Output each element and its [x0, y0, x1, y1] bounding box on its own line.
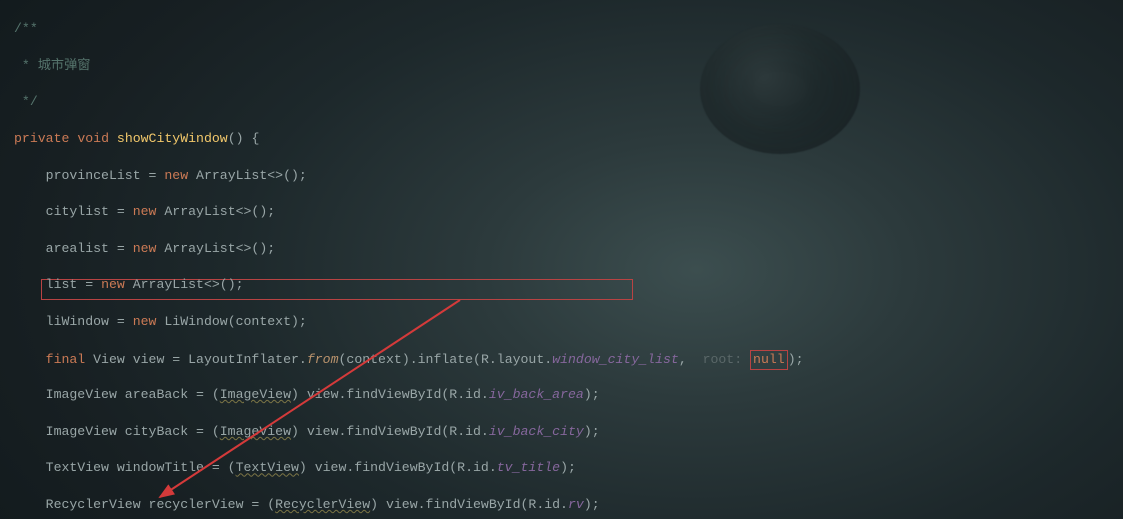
code-line: private void showCityWindow() {: [14, 130, 1119, 148]
code-line: citylist = new ArrayList<>();: [14, 203, 1119, 221]
code-line: arealist = new ArrayList<>();: [14, 240, 1119, 258]
code-line: ImageView areaBack = (ImageView) view.fi…: [14, 386, 1119, 404]
code-line: list = new ArrayList<>();: [14, 276, 1119, 294]
code-line: provinceList = new ArrayList<>();: [14, 167, 1119, 185]
code-line: /**: [14, 20, 1119, 38]
code-line: */: [14, 93, 1119, 111]
code-line: ImageView cityBack = (ImageView) view.fi…: [14, 423, 1119, 441]
code-line: * 城市弹窗: [14, 57, 1119, 75]
code-line: TextView windowTitle = (TextView) view.f…: [14, 459, 1119, 477]
code-line: final View view = LayoutInflater.from(co…: [14, 350, 1119, 368]
code-line: RecyclerView recyclerView = (RecyclerVie…: [14, 496, 1119, 514]
code-line: liWindow = new LiWindow(context);: [14, 313, 1119, 331]
code-editor[interactable]: /** * 城市弹窗 */ private void showCityWindo…: [0, 0, 1123, 519]
